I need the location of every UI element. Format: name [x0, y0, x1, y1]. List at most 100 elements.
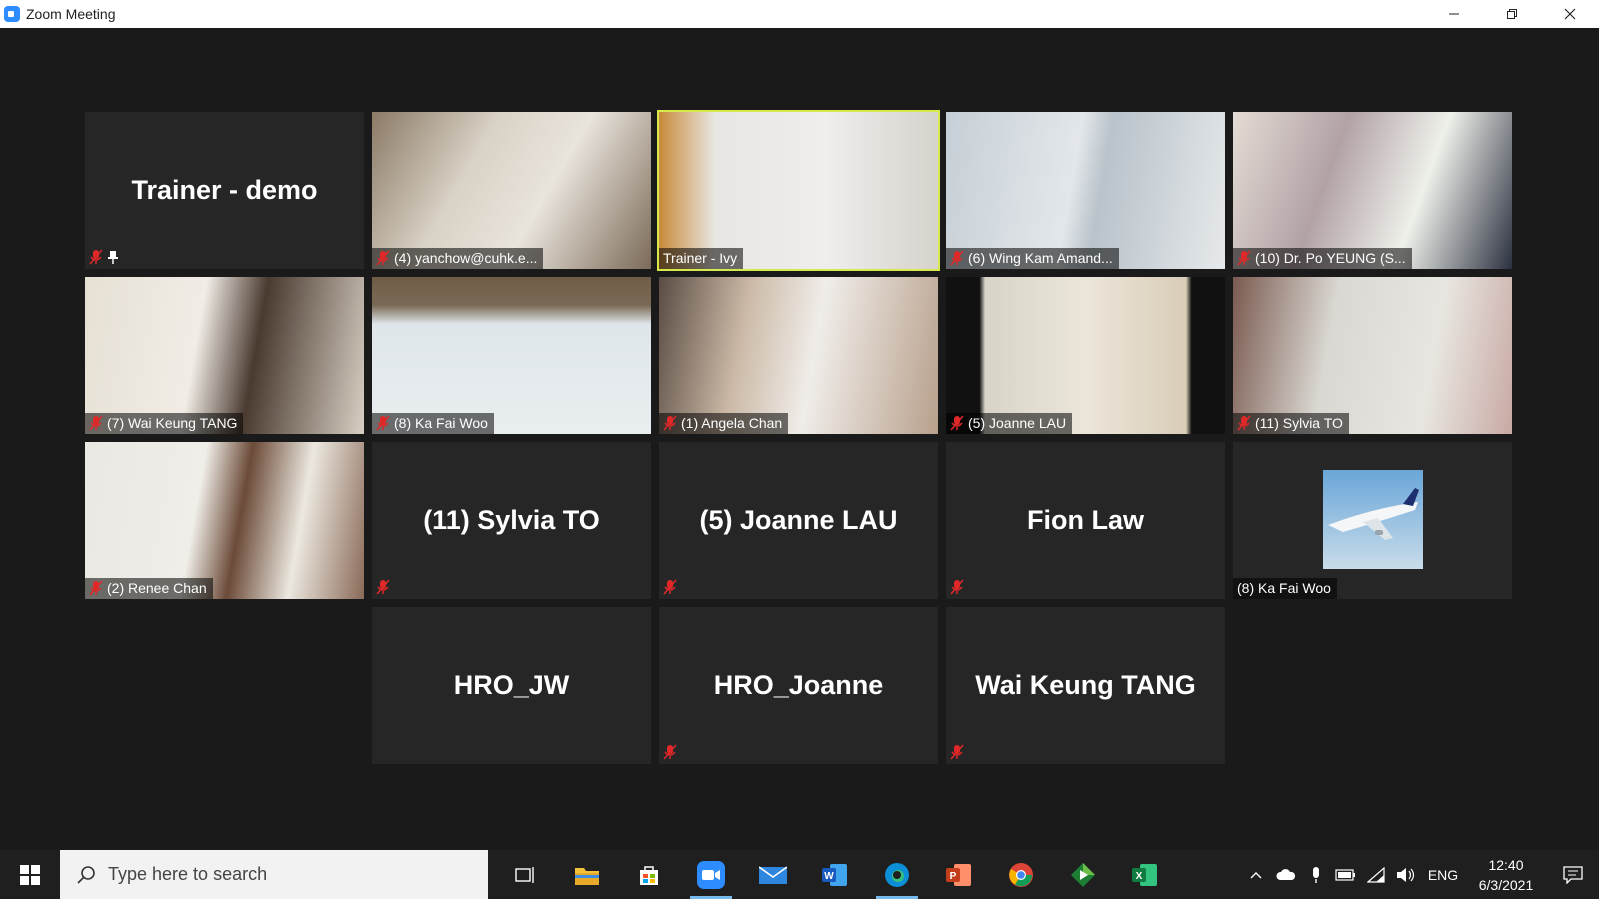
muted-mic-icon	[1237, 415, 1251, 431]
muted-mic-icon	[1237, 250, 1251, 266]
participant-tile[interactable]: (11) Sylvia TO	[1233, 277, 1512, 434]
participant-name: (8) Ka Fai Woo	[394, 415, 488, 431]
battery-icon[interactable]	[1331, 850, 1361, 899]
muted-mic-icon	[950, 579, 964, 595]
participant-name: (7) Wai Keung TANG	[107, 415, 238, 431]
muted-mic-icon	[950, 250, 964, 266]
pin-icon	[108, 251, 118, 264]
participant-video	[1233, 112, 1512, 269]
participant-tile[interactable]: (4) yanchow@cuhk.e...	[372, 112, 651, 269]
tile-status	[663, 579, 677, 595]
participant-label: (2) Renee Chan	[85, 578, 213, 599]
microphone-icon[interactable]	[1301, 850, 1331, 899]
clock-date: 6/3/2021	[1478, 876, 1534, 893]
participant-tile[interactable]: (2) Renee Chan	[85, 442, 364, 599]
language-indicator[interactable]: ENG	[1421, 867, 1465, 883]
muted-mic-icon	[89, 249, 103, 265]
participant-label: (6) Wing Kam Amand...	[946, 248, 1119, 269]
participant-video	[85, 277, 364, 434]
airplane-avatar	[1323, 470, 1423, 569]
participant-name: (4) yanchow@cuhk.e...	[394, 250, 538, 266]
muted-mic-icon	[663, 415, 677, 431]
muted-mic-icon	[950, 744, 964, 760]
participant-name: (11) Sylvia TO	[1255, 415, 1343, 431]
clock-time: 12:40	[1488, 856, 1524, 873]
chrome-icon[interactable]	[990, 850, 1052, 899]
participant-label: (10) Dr. Po YEUNG (S...	[1233, 248, 1412, 269]
participant-label: (7) Wai Keung TANG	[85, 413, 244, 434]
participant-tile[interactable]: (6) Wing Kam Amand...	[946, 112, 1225, 269]
file-explorer-icon[interactable]	[556, 850, 618, 899]
participant-video	[946, 277, 1225, 434]
participant-tile[interactable]: HRO_Joanne	[659, 607, 938, 764]
muted-mic-icon	[376, 415, 390, 431]
minimize-button[interactable]	[1425, 0, 1483, 28]
participant-name: (10) Dr. Po YEUNG (S...	[1255, 250, 1406, 266]
participant-tile[interactable]: (7) Wai Keung TANG	[85, 277, 364, 434]
close-button[interactable]	[1541, 0, 1599, 28]
powerpoint-icon[interactable]: P	[928, 850, 990, 899]
active-speaker-tile[interactable]: Trainer - Ivy	[657, 110, 940, 271]
excel-icon[interactable]: X	[1114, 850, 1176, 899]
chevron-up-icon[interactable]	[1241, 850, 1271, 899]
participant-label: (8) Ka Fai Woo	[1233, 578, 1337, 599]
participant-name: (6) Wing Kam Amand...	[968, 250, 1113, 266]
mail-icon[interactable]	[742, 850, 804, 899]
participant-video	[659, 112, 938, 269]
taskbar-search[interactable]: Type here to search	[60, 850, 488, 899]
participant-tile[interactable]: Fion Law	[946, 442, 1225, 599]
taskbar: Type here to search W P X ENG 12:40 6/3/…	[0, 850, 1599, 899]
participant-tile[interactable]: (10) Dr. Po YEUNG (S...	[1233, 112, 1512, 269]
participant-tile[interactable]: (1) Angela Chan	[659, 277, 938, 434]
participant-name: Wai Keung TANG	[975, 670, 1196, 700]
muted-mic-icon	[376, 579, 390, 595]
participant-tile[interactable]: HRO_JW	[372, 607, 651, 764]
muted-mic-icon	[89, 580, 103, 596]
participant-name: (5) Joanne LAU	[699, 505, 898, 535]
zoom-logo-icon	[4, 6, 20, 22]
clock[interactable]: 12:40 6/3/2021	[1465, 855, 1547, 895]
participant-tile[interactable]: Trainer - demo	[85, 112, 364, 269]
participant-name: Trainer - demo	[131, 175, 318, 205]
participant-name: (2) Renee Chan	[107, 580, 207, 596]
system-tray: ENG 12:40 6/3/2021	[1241, 850, 1599, 899]
svg-text:W: W	[824, 871, 834, 882]
participant-video	[372, 277, 651, 434]
task-view-icon[interactable]	[494, 850, 556, 899]
media-player-icon[interactable]	[1052, 850, 1114, 899]
muted-mic-icon	[950, 415, 964, 431]
notifications-icon[interactable]	[1547, 850, 1599, 899]
participant-label: (4) yanchow@cuhk.e...	[372, 248, 544, 269]
muted-mic-icon	[663, 744, 677, 760]
participant-tile[interactable]: (8) Ka Fai Woo	[1233, 442, 1512, 599]
restore-button[interactable]	[1483, 0, 1541, 28]
participant-tile[interactable]: (5) Joanne LAU	[659, 442, 938, 599]
svg-text:X: X	[1136, 871, 1143, 882]
participant-label: (1) Angela Chan	[659, 413, 789, 434]
search-input[interactable]: Type here to search	[108, 864, 267, 885]
tile-status	[950, 744, 964, 760]
wifi-icon[interactable]	[1361, 850, 1391, 899]
volume-icon[interactable]	[1391, 850, 1421, 899]
edge-icon[interactable]	[866, 850, 928, 899]
title-bar: Zoom Meeting	[0, 0, 1599, 28]
word-icon[interactable]: W	[804, 850, 866, 899]
store-icon[interactable]	[618, 850, 680, 899]
video-grid: Trainer - demo (4) yanchow@cuhk.e... Tra…	[0, 28, 1599, 850]
participant-name: HRO_JW	[453, 670, 570, 700]
participant-tile[interactable]: (5) Joanne LAU	[946, 277, 1225, 434]
onedrive-icon[interactable]	[1271, 850, 1301, 899]
participant-tile[interactable]: (8) Ka Fai Woo	[372, 277, 651, 434]
zoom-icon[interactable]	[680, 850, 742, 899]
participant-label: (5) Joanne LAU	[946, 413, 1073, 434]
participant-name: (5) Joanne LAU	[968, 415, 1067, 431]
start-button[interactable]	[0, 850, 60, 899]
participant-video	[372, 112, 651, 269]
participant-name: (11) Sylvia TO	[423, 505, 600, 535]
participant-video	[1233, 277, 1512, 434]
participant-tile[interactable]: (11) Sylvia TO	[372, 442, 651, 599]
windows-icon	[20, 864, 40, 885]
participant-tile[interactable]: Wai Keung TANG	[946, 607, 1225, 764]
participant-video	[85, 442, 364, 599]
airplane-icon	[1328, 488, 1419, 540]
